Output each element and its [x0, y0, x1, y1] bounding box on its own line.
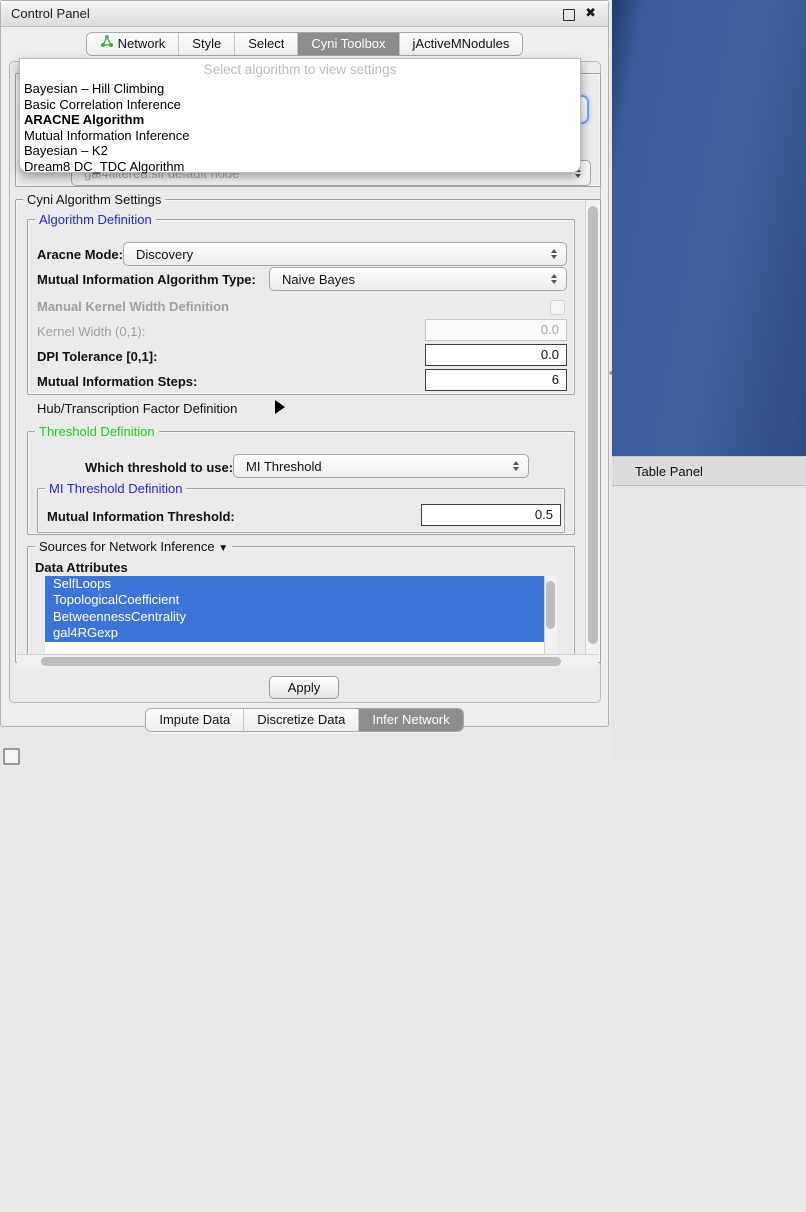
restore-panel-icon[interactable] [3, 748, 20, 765]
attribute-item[interactable]: SelfLoops [45, 576, 545, 592]
settings-horizontal-scrollbar[interactable] [17, 654, 598, 668]
algorithm-option[interactable]: Bayesian – K2 [20, 143, 580, 159]
kernel-width-label: Kernel Width (0,1): [37, 324, 145, 339]
control-panel-titlebar: Control Panel ✖ [1, 1, 608, 27]
attribute-item[interactable]: TopologicalCoefficient [45, 592, 545, 608]
which-threshold-value: MI Threshold [246, 459, 322, 474]
tab-network[interactable]: Network [87, 33, 179, 55]
algorithm-option[interactable]: Basic Correlation Inference [20, 97, 580, 113]
mi-type-label: Mutual Information Algorithm Type: [37, 272, 256, 287]
table-panel-titlebar: Table Panel [612, 456, 806, 486]
mi-steps-label: Mutual Information Steps: [37, 374, 197, 389]
aracne-mode-label: Aracne Mode: [37, 247, 123, 262]
table-panel-title: Table Panel [635, 464, 703, 479]
network-view-background: GALGAL80GAL10GAL1GAL11SWI4GAL4GCY1HAP4YH… [612, 0, 806, 456]
bottom-tab-bar: Impute DataDiscretize DataInfer Network [1, 708, 608, 732]
algorithm-option[interactable]: Dream8 DC_TDC Algorithm [20, 159, 580, 175]
mi-threshold-input[interactable]: 0.5 [421, 504, 561, 526]
sources-collapse-icon[interactable]: ▼ [218, 543, 228, 554]
tab-impute-data[interactable]: Impute Data [146, 709, 243, 731]
data-attributes-label: Data Attributes [35, 560, 128, 575]
mi-threshold-label: Mutual Information Threshold: [47, 509, 235, 524]
data-attributes-list[interactable]: SelfLoopsTopologicalCoefficientBetweenne… [45, 576, 557, 654]
manual-kernel-label: Manual Kernel Width Definition [37, 299, 229, 314]
dpi-tolerance-input[interactable]: 0.0 [425, 344, 567, 366]
control-panel-title: Control Panel [11, 6, 90, 21]
mi-type-value: Naive Bayes [282, 272, 355, 287]
apply-button[interactable]: Apply [269, 676, 339, 699]
threshold-definition-title: Threshold Definition [35, 424, 159, 439]
tab-jactivemnodules[interactable]: jActiveMNodules [399, 33, 523, 55]
table-panel-area: ⚙ shared...nameA YDL19...YDL19...13YDR27… [612, 486, 806, 762]
tab-infer-network[interactable]: Infer Network [358, 709, 462, 731]
float-panel-icon[interactable] [563, 9, 575, 21]
algorithm-option[interactable]: Mutual Information Inference [20, 128, 580, 144]
algorithm-option[interactable]: Bayesian – Hill Climbing [20, 81, 580, 97]
aracne-mode-value: Discovery [136, 247, 193, 262]
tab-style[interactable]: Style [178, 33, 234, 55]
attributes-scrollbar[interactable] [544, 576, 557, 654]
control-panel: Control Panel ✖ NetworkStyleSelectCyni T… [0, 0, 609, 727]
top-tab-bar: NetworkStyleSelectCyni ToolboxjActiveMNo… [1, 32, 608, 56]
tab-cyni-toolbox[interactable]: Cyni Toolbox [297, 33, 398, 55]
settings-vertical-scrollbar[interactable] [585, 200, 599, 654]
which-threshold-label: Which threshold to use: [85, 460, 233, 475]
algorithm-popup-placeholder: Select algorithm to view settings [20, 59, 580, 77]
hub-expand-icon[interactable] [275, 400, 285, 414]
attribute-item[interactable]: BetweennessCentrality [45, 609, 545, 625]
which-threshold-combo[interactable]: MI Threshold [233, 454, 529, 478]
attribute-item[interactable]: gal4RGexp [45, 625, 545, 641]
tab-discretize-data[interactable]: Discretize Data [243, 709, 358, 731]
algorithm-definition-title: Algorithm Definition [35, 212, 156, 227]
tab-select[interactable]: Select [234, 33, 297, 55]
mi-threshold-group-title: MI Threshold Definition [45, 481, 186, 496]
mi-steps-input[interactable]: 6 [425, 369, 567, 391]
algorithm-option[interactable]: ARACNE Algorithm [20, 112, 580, 128]
aracne-mode-combo[interactable]: Discovery [123, 242, 567, 266]
close-panel-icon[interactable]: ✖ [585, 5, 596, 21]
sources-group-title: Sources for Network Inference ▼ [35, 539, 232, 554]
mi-type-combo[interactable]: Naive Bayes [269, 267, 567, 291]
hub-section-label: Hub/Transcription Factor Definition [37, 401, 237, 416]
kernel-width-input[interactable]: 0.0 [425, 319, 567, 341]
manual-kernel-checkbox[interactable] [550, 300, 565, 315]
settings-group-title: Cyni Algorithm Settings [23, 192, 165, 207]
algorithm-popup: Select algorithm to view settings Bayesi… [19, 58, 581, 173]
dpi-tolerance-label: DPI Tolerance [0,1]: [37, 349, 157, 364]
network-icon [100, 33, 113, 55]
